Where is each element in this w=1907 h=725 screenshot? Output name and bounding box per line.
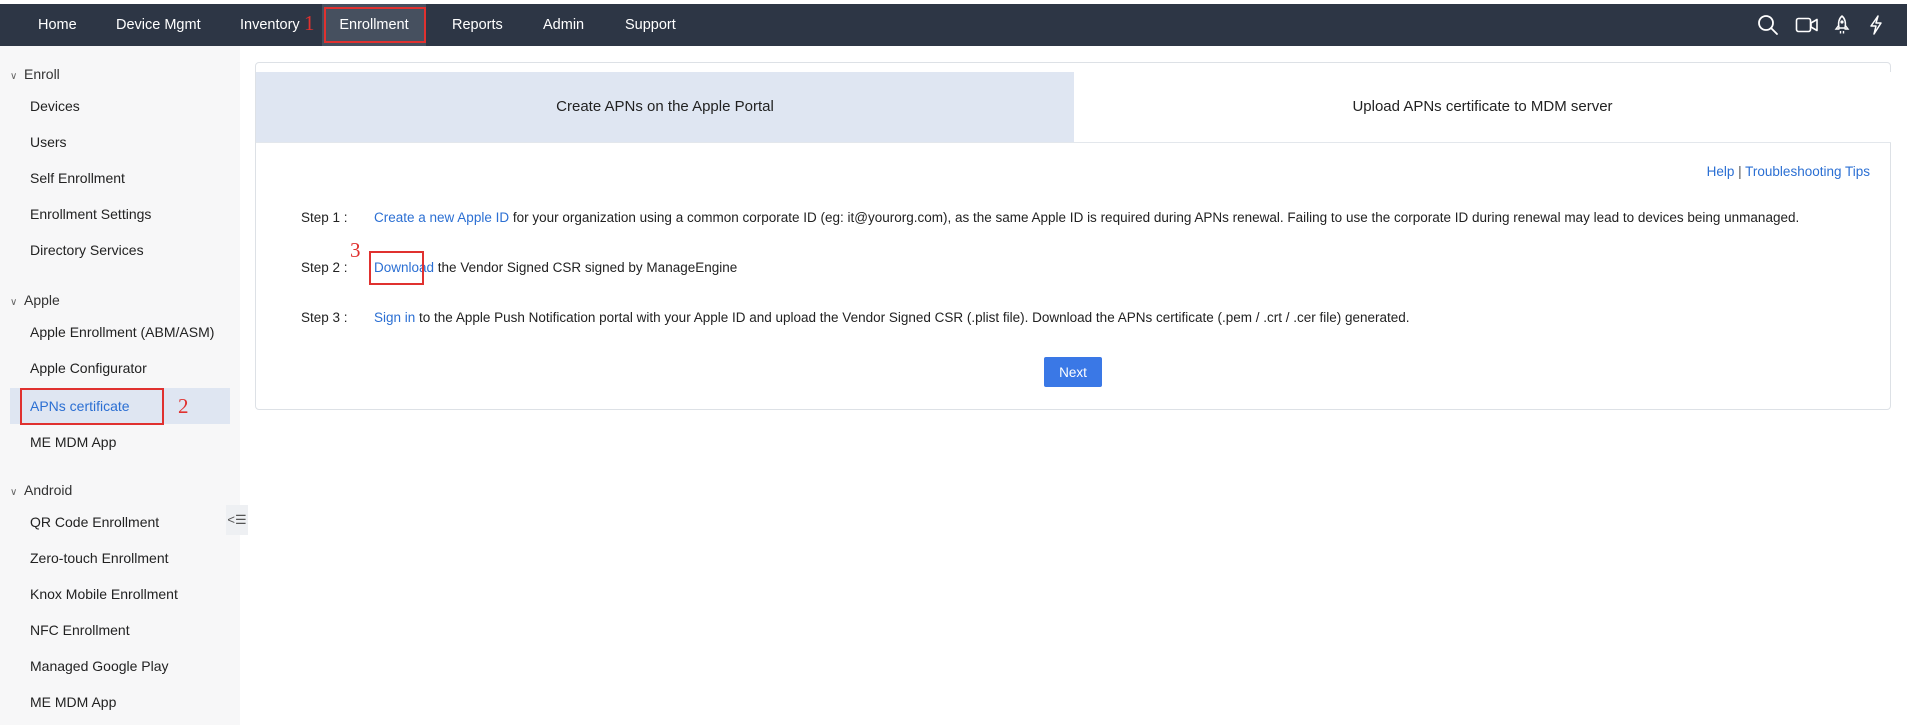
help-links: Help | Troubleshooting Tips [1707, 164, 1870, 179]
sidebar-item-self-enrollment[interactable]: Self Enrollment [30, 167, 125, 189]
step-1-text: for your organization using a common cor… [509, 210, 1800, 225]
sidebar-item-devices[interactable]: Devices [30, 95, 80, 117]
annotation-box-2 [20, 388, 164, 425]
rocket-icon[interactable] [1831, 14, 1853, 36]
nav-reports[interactable]: Reports [452, 4, 503, 46]
troubleshooting-tips-link[interactable]: Troubleshooting Tips [1745, 164, 1870, 179]
step-3-text: to the Apple Push Notification portal wi… [415, 310, 1410, 325]
nav-device-mgmt[interactable]: Device Mgmt [116, 4, 201, 46]
sidebar-item-apple-enrollment[interactable]: Apple Enrollment (ABM/ASM) [30, 321, 214, 343]
sidebar-item-managed-google-play[interactable]: Managed Google Play [30, 655, 169, 677]
step-3-label: Step 3 : [301, 310, 348, 325]
annotation-number-1: 1 [304, 11, 315, 35]
sidebar-section-apple[interactable]: ∨ Apple [10, 289, 60, 311]
top-nav-bar: Home Device Mgmt Inventory 1 Enrollment … [0, 4, 1907, 46]
tab-create-apns[interactable]: Create APNs on the Apple Portal [256, 72, 1074, 142]
step-1-label: Step 1 : [301, 210, 348, 225]
sidebar-item-knox-mobile-enrollment[interactable]: Knox Mobile Enrollment [30, 583, 178, 605]
apns-setup-panel: Create APNs on the Apple Portal Upload A… [255, 62, 1891, 410]
tab-divider [256, 142, 1891, 143]
annotation-box-3 [369, 251, 424, 285]
sign-in-link[interactable]: Sign in [374, 310, 415, 325]
sidebar-item-nfc-enrollment[interactable]: NFC Enrollment [30, 619, 130, 641]
step-3-row: Step 3 : Sign in to the Apple Push Notifi… [301, 310, 1410, 325]
annotation-number-2: 2 [178, 394, 189, 418]
create-apple-id-link[interactable]: Create a new Apple ID [374, 210, 509, 225]
chevron-down-icon: ∨ [10, 297, 18, 308]
step-2-text: the Vendor Signed CSR signed by ManageEn… [434, 260, 738, 275]
sidebar-item-enrollment-settings[interactable]: Enrollment Settings [30, 203, 151, 225]
nav-support[interactable]: Support [625, 4, 676, 46]
step-2-row: Step 2 : Download the Vendor Signed CSR s… [301, 260, 737, 275]
next-button[interactable]: Next [1044, 357, 1102, 387]
lightning-icon[interactable] [1866, 14, 1888, 36]
sidebar: ∨ Enroll Devices Users Self Enrollment En… [0, 46, 240, 725]
step-1-row: Step 1 : Create a new Apple ID for your o… [301, 210, 1799, 225]
video-icon[interactable] [1795, 14, 1818, 36]
sidebar-item-users[interactable]: Users [30, 131, 67, 153]
annotation-number-3: 3 [350, 238, 361, 262]
sidebar-section-enroll[interactable]: ∨ Enroll [10, 63, 60, 85]
collapse-sidebar-icon[interactable]: <☰ [226, 505, 248, 535]
nav-admin[interactable]: Admin [543, 4, 584, 46]
sidebar-section-android[interactable]: ∨ Android [10, 479, 72, 501]
sidebar-item-zero-touch-enrollment[interactable]: Zero-touch Enrollment [30, 547, 169, 569]
sidebar-item-apple-configurator[interactable]: Apple Configurator [30, 357, 147, 379]
nav-home[interactable]: Home [38, 4, 77, 46]
link-separator: | [1738, 164, 1742, 179]
tab-upload-apns-certificate[interactable]: Upload APNs certificate to MDM server [1074, 72, 1891, 142]
nav-inventory[interactable]: Inventory [240, 4, 300, 46]
chevron-down-icon: ∨ [10, 71, 18, 82]
help-link[interactable]: Help [1707, 164, 1735, 179]
sidebar-item-qr-code-enrollment[interactable]: QR Code Enrollment [30, 511, 159, 533]
annotation-box-1 [324, 7, 426, 43]
sidebar-item-directory-services[interactable]: Directory Services [30, 239, 144, 261]
step-2-label: Step 2 : [301, 260, 348, 275]
sidebar-item-me-mdm-app-android[interactable]: ME MDM App [30, 691, 116, 713]
sidebar-item-me-mdm-app[interactable]: ME MDM App [30, 431, 116, 453]
chevron-down-icon: ∨ [10, 487, 18, 498]
search-icon[interactable] [1757, 14, 1779, 36]
